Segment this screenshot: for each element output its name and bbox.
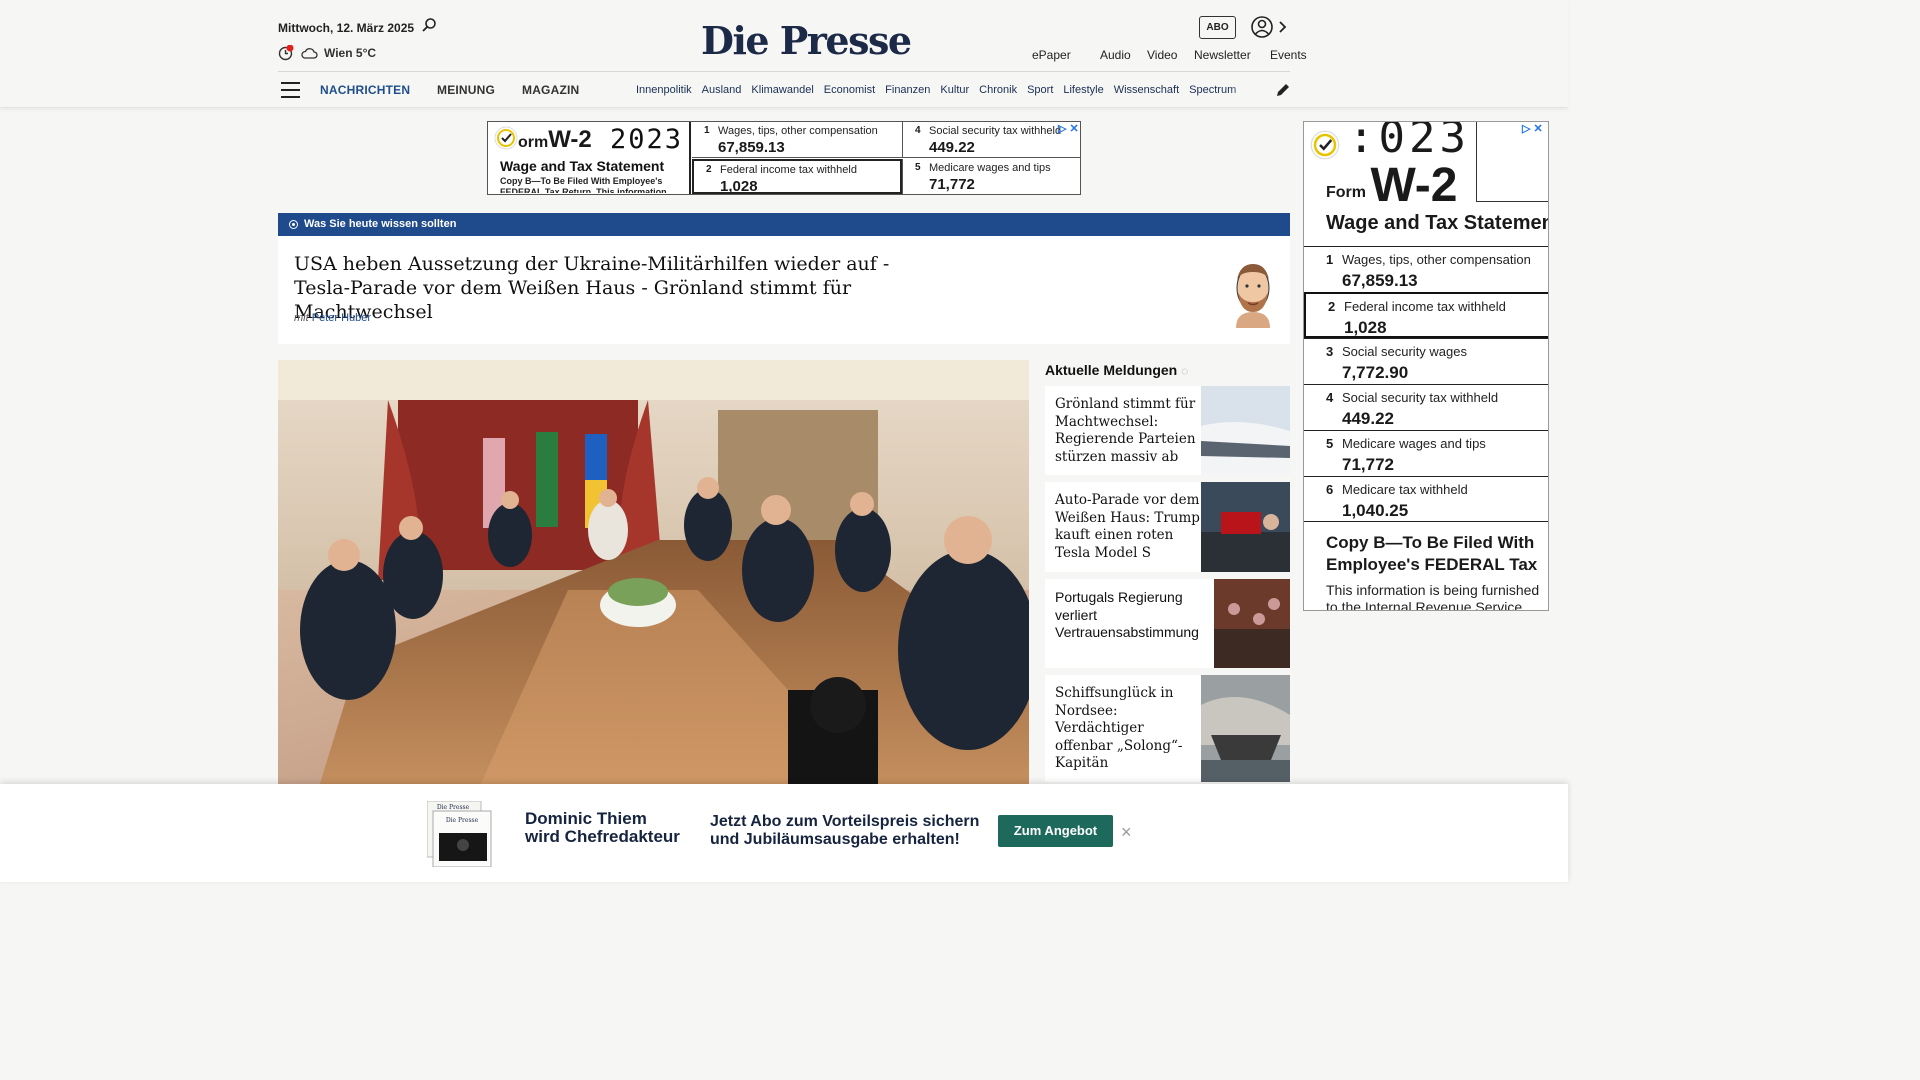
news-item[interactable]: Auto-Parade vor dem Weißen Haus: Trump k…: [1045, 482, 1290, 572]
news-thumb: [1201, 482, 1290, 572]
subnav-chronik[interactable]: Chronik: [979, 84, 1017, 96]
offer-button[interactable]: Zum Angebot: [998, 815, 1113, 847]
live-author: mit Peter Huber: [294, 312, 372, 324]
notification-icon[interactable]: [278, 45, 294, 61]
author-avatar: [1236, 264, 1270, 328]
live-title[interactable]: USA heben Aussetzung der Ukraine-Militär…: [294, 252, 894, 324]
news-thumb: [1214, 579, 1290, 668]
ad-side-title: Wage and Tax Statemen: [1326, 212, 1549, 234]
promo-text: Jetzt Abo zum Vorteilspreis sichern und J…: [710, 813, 980, 848]
nav-divider: [278, 71, 1290, 72]
site-logo[interactable]: Die Presse: [701, 18, 912, 63]
news-thumb: [1201, 386, 1290, 475]
news-item-title: Schiffsunglück in Nordsee: Verdächtiger …: [1055, 685, 1183, 772]
pencil-icon[interactable]: [1275, 82, 1291, 98]
ad-form-title: Wage and Tax Statement: [500, 158, 665, 174]
link-epaper[interactable]: ePaper: [1032, 48, 1100, 62]
subnav-wissenschaft[interactable]: Wissenschaft: [1114, 84, 1179, 96]
ad-side-row: 6 Medicare tax withheld 1,040.25: [1304, 476, 1548, 522]
newspaper-image: Die Presse Die Presse: [427, 801, 492, 867]
subnav-finanzen[interactable]: Finanzen: [885, 84, 930, 96]
ad-sidebar[interactable]: :023 Form W-2 Wage and Tax Statemen 1 Wag…: [1303, 121, 1549, 611]
hero-photo[interactable]: [278, 360, 1029, 790]
check-badge-icon: [1310, 130, 1340, 160]
subnav-klimawandel[interactable]: Klimawandel: [751, 84, 813, 96]
abo-button[interactable]: ABO: [1199, 16, 1236, 39]
news-item-title: Auto-Parade vor dem Weißen Haus: Trump k…: [1055, 492, 1200, 561]
subnav-lifestyle[interactable]: Lifestyle: [1063, 84, 1103, 96]
news-heading: Aktuelle Meldungen ◌: [1045, 362, 1189, 378]
news-item[interactable]: Portugals Regierung verliert Vertrauensa…: [1045, 579, 1290, 668]
ad-side-row: 2 Federal income tax withheld 1,028: [1304, 292, 1548, 338]
subnav-ausland[interactable]: Ausland: [702, 84, 742, 96]
cloud-icon: [301, 48, 318, 59]
live-bar[interactable]: Was Sie heute wissen sollten: [278, 213, 1290, 236]
ad-box: 1 Wages, tips, other compensation 67,859.1…: [692, 122, 902, 158]
site-header: Mittwoch, 12. März 2025 Wien 5°C Die Pre…: [0, 0, 1568, 108]
ad-form-header: ormW-2 2023 Wage and Tax Statement Copy …: [488, 122, 691, 194]
ad-form-label: ormW-2: [518, 126, 592, 153]
link-audio[interactable]: Audio: [1100, 48, 1147, 62]
subnav-kultur[interactable]: Kultur: [940, 84, 969, 96]
news-item-title: Grönland stimmt für Machtwechsel: Regier…: [1055, 396, 1196, 465]
nav-meinung[interactable]: MEINUNG: [437, 83, 495, 97]
ad-side-info: This information is being furnished to th…: [1326, 582, 1540, 611]
subscription-banner: Die Presse Die Presse Dominic Thiem wird …: [0, 784, 1568, 882]
news-item[interactable]: Grönland stimmt für Machtwechsel: Regier…: [1045, 386, 1290, 475]
nav-nachrichten[interactable]: NACHRICHTEN: [320, 83, 410, 97]
ad-banner-top[interactable]: ormW-2 2023 Wage and Tax Statement Copy …: [487, 121, 1081, 195]
ad-side-row: 4 Social security tax withheld 449.22: [1304, 384, 1548, 430]
sub-nav: Innenpolitik Ausland Klimawandel Economist F…: [636, 84, 1258, 96]
close-icon[interactable]: ×: [1121, 823, 1132, 841]
weather-widget[interactable]: Wien 5°C: [278, 45, 376, 61]
weather-text: Wien 5°C: [324, 46, 377, 60]
ad-choices-icon[interactable]: ▷ ✕: [1058, 122, 1079, 135]
check-badge-icon: [494, 126, 518, 150]
paper-masthead: Die Presse: [437, 804, 470, 811]
link-events[interactable]: Events: [1270, 48, 1307, 62]
ad-side-row: 3 Social security wages 7,772.90: [1304, 338, 1548, 384]
subnav-sport[interactable]: Sport: [1027, 84, 1053, 96]
chevron-right-icon: [1279, 21, 1287, 33]
subnav-fade: [1230, 80, 1260, 100]
ad-side-form: Form W-2: [1326, 159, 1458, 212]
news-item[interactable]: Schiffsunglück in Nordsee: Verdächtiger …: [1045, 675, 1290, 782]
ad-choices-icon[interactable]: ▷ ✕: [1522, 122, 1543, 135]
link-video[interactable]: Video: [1147, 48, 1194, 62]
nav-magazin[interactable]: MAGAZIN: [522, 83, 579, 97]
top-links: ePaper Audio Video Newsletter Events: [1032, 48, 1307, 62]
ad-form-copy: Copy B—To Be Filed With Employee's FEDER…: [500, 176, 667, 193]
author-link[interactable]: Peter Huber: [312, 312, 371, 324]
live-card[interactable]: USA heben Aussetzung der Ukraine-Militär…: [278, 236, 1290, 344]
ad-box: 5 Medicare wages and tips 71,772: [902, 159, 1080, 194]
ad-side-year: :023: [1348, 121, 1470, 163]
live-pulse-icon: ◌: [1181, 364, 1189, 378]
news-item-title: Portugals Regierung verliert Vertrauensa…: [1055, 589, 1199, 641]
live-dot-icon: [289, 220, 298, 229]
current-date: Mittwoch, 12. März 2025: [278, 21, 415, 35]
user-icon[interactable]: [1251, 15, 1291, 39]
ad-box: 4 Social security tax withheld 449.22: [902, 122, 1080, 158]
live-label: Was Sie heute wissen sollten: [304, 218, 457, 230]
paper-masthead: Die Presse: [446, 817, 479, 824]
promo-headline: Dominic Thiem wird Chefredakteur: [525, 809, 680, 846]
ad-side-row: 1 Wages, tips, other compensation 67,859.1…: [1304, 246, 1548, 292]
link-newsletter[interactable]: Newsletter: [1194, 48, 1270, 62]
ad-form-year: 2023: [610, 124, 684, 155]
ad-box: 2 Federal income tax withheld 1,028: [692, 159, 902, 195]
ad-side-copy: Copy B—To Be Filed With Employee's FEDERA…: [1326, 533, 1538, 574]
subnav-economist[interactable]: Economist: [824, 84, 875, 96]
search-icon[interactable]: [421, 17, 437, 33]
menu-icon[interactable]: [281, 82, 300, 98]
news-thumb: [1201, 675, 1290, 782]
ad-side-row: 5 Medicare wages and tips 71,772: [1304, 430, 1548, 476]
subnav-innenpolitik[interactable]: Innenpolitik: [636, 84, 692, 96]
